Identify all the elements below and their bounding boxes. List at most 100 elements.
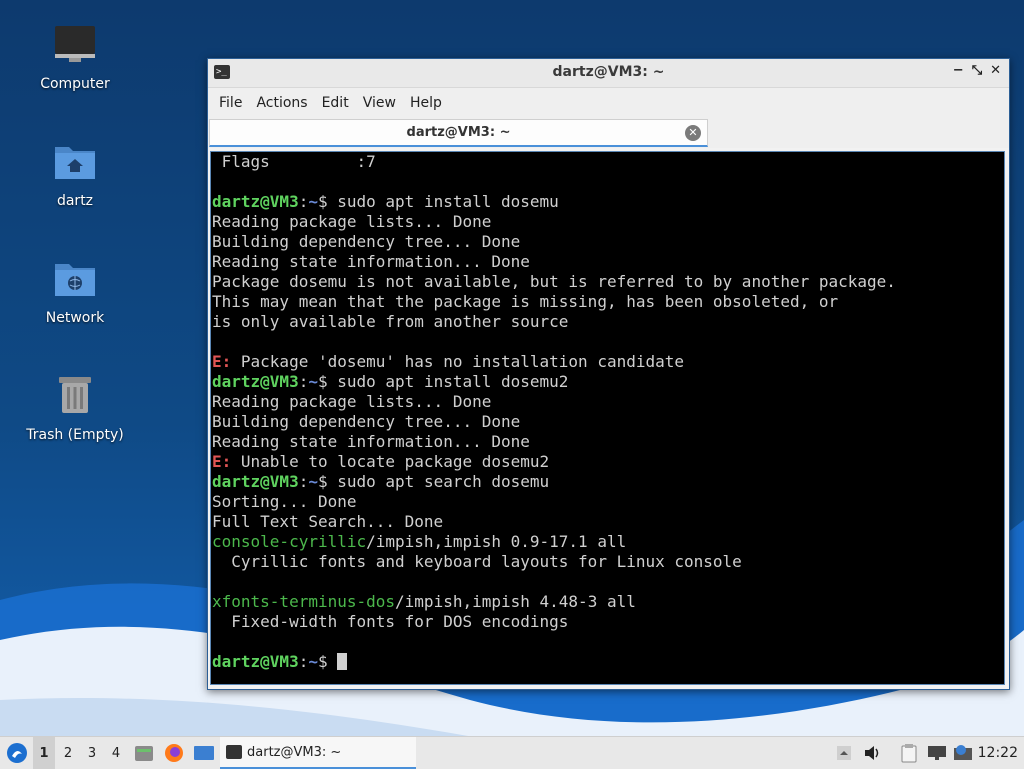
terminal-task-icon <box>226 745 242 759</box>
prompt-symbol: $ <box>317 192 338 211</box>
terminal-line: This may mean that the package is missin… <box>212 292 838 312</box>
terminal-line: Flags :7 <box>212 152 376 172</box>
terminal-line: dartz@VM3:~$ sudo apt search dosemu <box>212 472 549 492</box>
terminal-line: Full Text Search... Done <box>212 512 443 532</box>
desktop-icon-home[interactable]: dartz <box>20 137 130 209</box>
output-text: This may mean that the package is missin… <box>212 292 839 311</box>
output-text: Full Text Search... Done <box>212 512 444 531</box>
desktop-icon-label: dartz <box>56 193 94 209</box>
file-manager-launcher[interactable] <box>132 737 156 769</box>
package-name: console-cyrillic <box>212 532 367 551</box>
menu-actions[interactable]: Actions <box>249 95 314 111</box>
output-text: Reading state information... Done <box>212 252 530 271</box>
prompt-separator: : <box>298 472 309 491</box>
prompt-user: dartz@VM3 <box>212 192 299 211</box>
clipboard-button[interactable] <box>898 737 920 769</box>
terminal-line: Reading package lists... Done <box>212 212 491 232</box>
terminal-line: Reading package lists... Done <box>212 392 491 412</box>
network-icon <box>928 746 946 760</box>
output-text: Package dosemu is not available, but is … <box>212 272 896 291</box>
terminal-line: console-cyrillic/impish,impish 0.9-17.1 … <box>212 532 626 552</box>
terminal-line: dartz@VM3:~$ sudo apt install dosemu2 <box>212 372 568 392</box>
terminal-tab[interactable]: dartz@VM3: ~ ✕ <box>209 119 708 147</box>
close-button[interactable]: ✕ <box>990 63 1001 78</box>
updates-button[interactable] <box>952 737 974 769</box>
desktop-icon-label: Trash (Empty) <box>26 427 124 443</box>
prompt-path: ~ <box>308 472 318 491</box>
terminal-line: is only available from another source <box>212 312 568 332</box>
home-folder-icon <box>55 147 95 179</box>
folder-icon <box>135 746 153 761</box>
package-details: /impish,impish 4.48-3 all <box>395 592 636 611</box>
error-text: Unable to locate package dosemu2 <box>231 452 550 471</box>
terminal-line: Reading state information... Done <box>212 252 530 272</box>
desktop-icon-label: Computer <box>40 76 110 92</box>
maximize-button[interactable]: ⤡ <box>972 63 982 78</box>
terminal-line: Fixed-width fonts for DOS encodings <box>212 612 568 632</box>
menu-help[interactable]: Help <box>403 95 449 111</box>
trash-icon <box>59 377 91 413</box>
prompt-path: ~ <box>308 652 318 671</box>
firefox-icon <box>165 744 183 762</box>
prompt-symbol: $ <box>317 372 338 391</box>
prompt-separator: : <box>298 372 309 391</box>
output-text: Flags :7 <box>212 152 376 171</box>
window-titlebar[interactable]: >_ dartz@VM3: ~ − ⤡ ✕ <box>208 59 1009 88</box>
volume-button[interactable] <box>862 737 882 769</box>
output-text: Building dependency tree... Done <box>212 232 521 251</box>
prompt-symbol: $ <box>317 472 338 491</box>
tab-close-icon[interactable]: ✕ <box>685 125 701 141</box>
tab-bar: dartz@VM3: ~ ✕ <box>208 118 1009 148</box>
error-prefix: E: <box>212 352 232 371</box>
output-text: Reading package lists... Done <box>212 392 492 411</box>
terminal-cursor <box>337 653 348 670</box>
taskbar-task-terminal[interactable]: dartz@VM3: ~ <box>220 737 416 769</box>
update-notifier-icon <box>954 745 972 760</box>
workspace-4-button[interactable]: 4 <box>105 737 127 769</box>
terminal-line: Cyrillic fonts and keyboard layouts for … <box>212 552 742 572</box>
prompt-separator: : <box>298 652 309 671</box>
error-text: Package 'dosemu' has no installation can… <box>231 352 685 371</box>
clock[interactable]: 12:22 <box>978 737 1018 769</box>
terminal-line: Package dosemu is not available, but is … <box>212 272 896 292</box>
package-details: /impish,impish 0.9-17.1 all <box>366 532 627 551</box>
app-menu-button[interactable] <box>4 737 30 769</box>
desktop-icon-network[interactable]: Network <box>20 254 130 326</box>
terminal-line: dartz@VM3:~$ sudo apt install dosemu <box>212 192 559 212</box>
terminal-line: E: Package 'dosemu' has no installation … <box>212 352 684 372</box>
network-button[interactable] <box>926 737 948 769</box>
workspace-3-button[interactable]: 3 <box>81 737 103 769</box>
minimize-button[interactable]: − <box>953 63 964 78</box>
command-text: sudo apt search dosemu <box>337 472 550 491</box>
menu-view[interactable]: View <box>356 95 403 111</box>
firefox-launcher[interactable] <box>162 737 186 769</box>
show-desktop-button[interactable] <box>192 737 216 769</box>
output-text: Fixed-width fonts for DOS encodings <box>212 612 569 631</box>
terminal-line: Building dependency tree... Done <box>212 412 520 432</box>
error-prefix: E: <box>212 452 232 471</box>
prompt-symbol: $ <box>317 652 338 671</box>
output-text: Reading package lists... Done <box>212 212 492 231</box>
desktop-icon-label: Network <box>45 310 105 326</box>
workspace-2-button[interactable]: 2 <box>57 737 79 769</box>
computer-icon <box>55 26 95 62</box>
terminal-line: E: Unable to locate package dosemu2 <box>212 452 549 472</box>
output-text: is only available from another source <box>212 312 569 331</box>
output-text: Reading state information... Done <box>212 432 530 451</box>
desktop-icon-computer[interactable]: Computer <box>20 20 130 92</box>
workspace-1-button[interactable]: 1 <box>33 737 55 769</box>
terminal-line: Sorting... Done <box>212 492 357 512</box>
tray-expand-button[interactable] <box>834 737 854 769</box>
output-text: Cyrillic fonts and keyboard layouts for … <box>212 552 742 571</box>
chevron-up-icon <box>837 746 851 760</box>
menu-file[interactable]: File <box>212 95 249 111</box>
desktop-icon-trash[interactable]: Trash (Empty) <box>20 371 130 443</box>
prompt-user: dartz@VM3 <box>212 652 299 671</box>
terminal-output[interactable]: Flags :7 dartz@VM3:~$ sudo apt install do… <box>210 151 1005 685</box>
command-text: sudo apt install dosemu2 <box>337 372 569 391</box>
prompt-user: dartz@VM3 <box>212 472 299 491</box>
terminal-line: xfonts-terminus-dos/impish,impish 4.48-3… <box>212 592 636 612</box>
menu-edit[interactable]: Edit <box>315 95 356 111</box>
window-title: dartz@VM3: ~ <box>552 64 665 80</box>
task-label: dartz@VM3: ~ <box>247 744 342 760</box>
